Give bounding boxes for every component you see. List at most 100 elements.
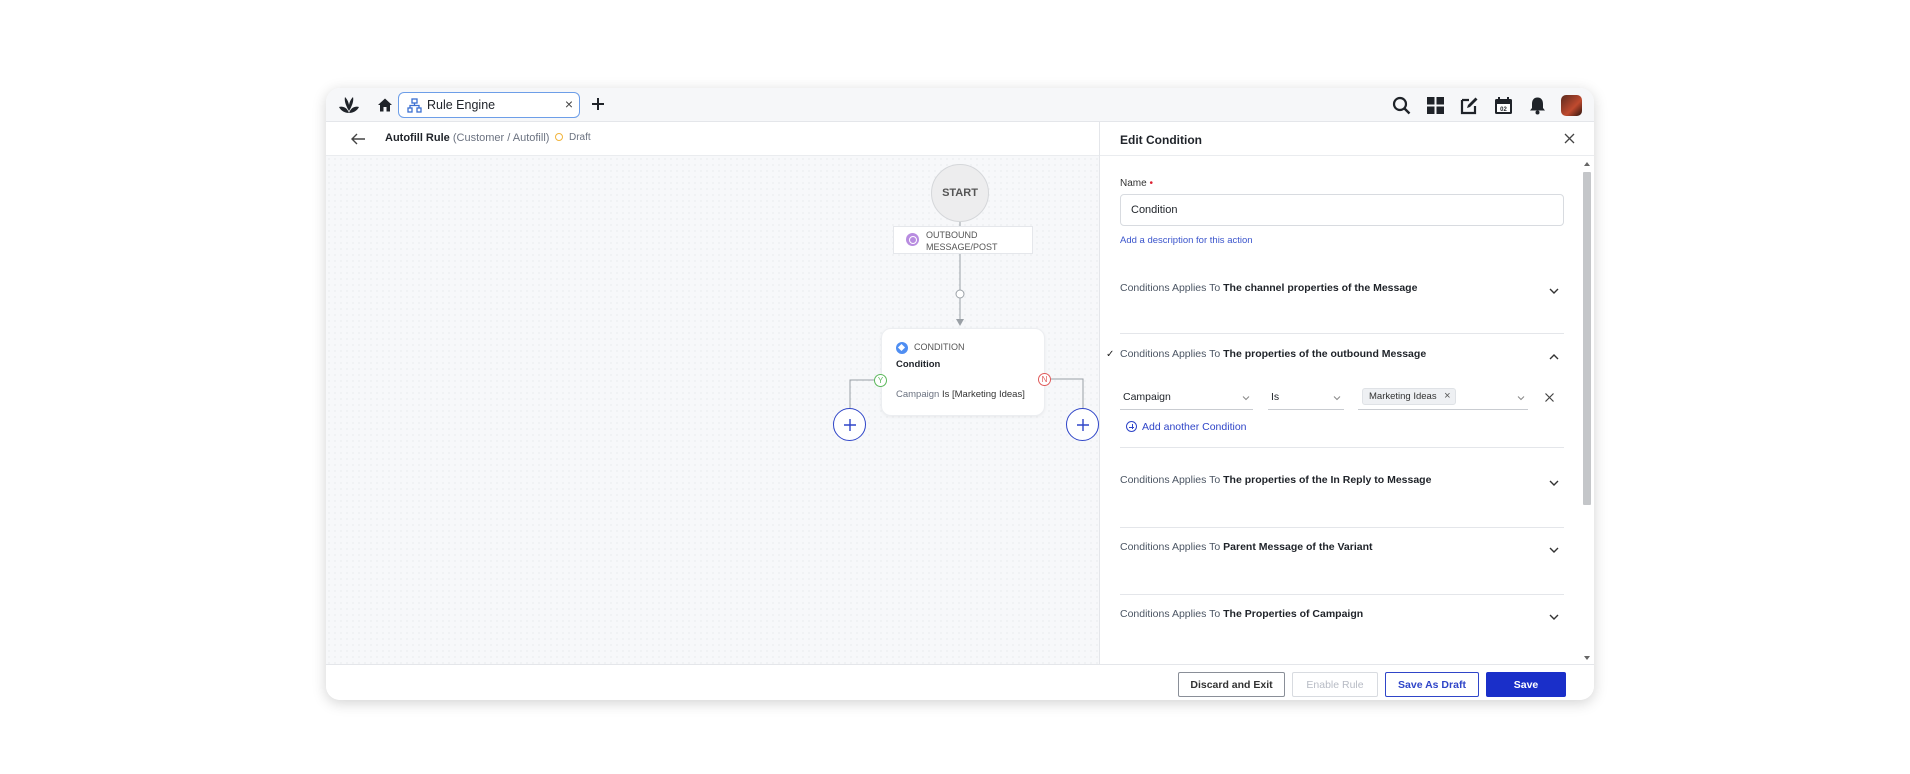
section-outbound-message: ✓ Conditions Applies To The properties o… [1106, 334, 1564, 448]
plus-icon [843, 418, 856, 431]
add-description-link[interactable]: Add a description for this action [1120, 235, 1253, 246]
apps-grid-icon[interactable] [1425, 95, 1446, 116]
save-as-draft-button[interactable]: Save As Draft [1385, 672, 1479, 697]
remove-condition-icon[interactable] [1544, 392, 1555, 403]
footer-bar: Discard and Exit Enable Rule Save As Dra… [326, 664, 1594, 700]
name-input[interactable] [1120, 194, 1564, 226]
value-select[interactable]: Marketing Ideas × [1358, 384, 1528, 410]
calendar-icon[interactable]: 02 [1493, 95, 1514, 116]
add-step-yes-button[interactable] [833, 408, 866, 441]
back-arrow-icon[interactable] [350, 132, 366, 146]
field-select[interactable]: Campaign [1120, 384, 1253, 410]
scroll-down-icon[interactable] [1584, 656, 1590, 660]
svg-text:02: 02 [1500, 107, 1507, 113]
rule-name: Autofill Rule [385, 132, 450, 144]
condition-type: CONDITION [914, 342, 965, 352]
required-mark: • [1149, 178, 1153, 189]
scroll-thumb[interactable] [1583, 172, 1591, 505]
condition-node[interactable]: CONDITION Condition Campaign Is [Marketi… [881, 328, 1045, 416]
section-header[interactable]: Conditions Applies To The channel proper… [1120, 282, 1564, 302]
add-tab-icon[interactable] [588, 94, 608, 114]
tab-label: Rule Engine [427, 98, 496, 112]
section-target: The properties of the In Reply to Messag… [1223, 474, 1432, 486]
app-window: Rule Engine × 02 Autofill Rule (Customer… [326, 88, 1594, 700]
check-icon: ✓ [1106, 349, 1115, 360]
start-node[interactable]: START [931, 164, 989, 222]
chevron-down-icon [1333, 396, 1341, 401]
condition-field: Campaign [896, 389, 940, 400]
name-label-text: Name [1120, 178, 1147, 189]
section-header[interactable]: ✓ Conditions Applies To The properties o… [1106, 348, 1564, 368]
operator-select-value: Is [1271, 391, 1280, 403]
add-another-condition-button[interactable]: Add another Condition [1126, 421, 1247, 433]
section-prefix: Conditions Applies To [1120, 348, 1221, 360]
chevron-down-icon [1549, 480, 1559, 486]
value-chip-label: Marketing Ideas [1369, 391, 1437, 402]
chevron-down-icon [1549, 614, 1559, 620]
status-label: Draft [569, 132, 591, 143]
field-select-value: Campaign [1123, 391, 1171, 403]
rule-title: Autofill Rule (Customer / Autofill) [385, 132, 549, 144]
section-prefix: Conditions Applies To [1120, 474, 1221, 486]
add-condition-label: Add another Condition [1142, 421, 1247, 433]
condition-summary: Campaign Is [Marketing Ideas] [896, 389, 1025, 400]
home-icon[interactable] [376, 96, 394, 114]
name-label: Name • [1120, 178, 1153, 189]
section-header[interactable]: Conditions Applies To The properties of … [1120, 474, 1564, 494]
yes-branch-badge: Y [874, 374, 887, 387]
brand-logo-icon[interactable] [338, 95, 360, 115]
section-in-reply-message: Conditions Applies To The properties of … [1120, 462, 1564, 528]
trigger-icon [906, 233, 919, 246]
compose-icon[interactable] [1459, 95, 1480, 116]
plus-icon [1076, 418, 1089, 431]
hierarchy-icon [407, 98, 422, 113]
section-target: The channel properties of the Message [1223, 282, 1418, 294]
close-icon[interactable] [1563, 132, 1576, 145]
tab-rule-engine[interactable]: Rule Engine × [398, 92, 580, 118]
enable-rule-button[interactable]: Enable Rule [1292, 672, 1378, 697]
value-chip: Marketing Ideas × [1362, 388, 1456, 405]
workflow-canvas[interactable]: START OUTBOUND MESSAGE/POST CONDITION Co… [326, 156, 1099, 664]
trigger-node[interactable]: OUTBOUND MESSAGE/POST [893, 226, 1033, 254]
section-prefix: Conditions Applies To [1120, 282, 1221, 294]
panel-scrollbar[interactable] [1582, 162, 1592, 662]
chevron-down-icon [1517, 396, 1525, 401]
remove-chip-icon[interactable]: × [1444, 389, 1450, 404]
edit-condition-panel: Edit Condition Name • Add a description … [1099, 122, 1594, 664]
panel-title: Edit Condition [1120, 133, 1202, 147]
operator-select[interactable]: Is [1268, 384, 1344, 410]
status-badge: Draft [555, 132, 591, 143]
condition-value: Is [Marketing Ideas] [941, 389, 1025, 400]
section-channel-properties: Conditions Applies To The channel proper… [1120, 268, 1564, 334]
section-prefix: Conditions Applies To [1120, 541, 1221, 553]
chevron-down-icon [1242, 396, 1250, 401]
section-header[interactable]: Conditions Applies To The Properties of … [1120, 608, 1564, 628]
section-campaign-properties: Conditions Applies To The Properties of … [1120, 596, 1564, 662]
section-target: The Properties of Campaign [1223, 608, 1364, 620]
search-icon[interactable] [1391, 95, 1412, 116]
notification-bell-icon[interactable] [1527, 95, 1548, 116]
chevron-down-icon [1549, 547, 1559, 553]
add-step-no-button[interactable] [1066, 408, 1099, 441]
scroll-up-icon[interactable] [1584, 162, 1590, 166]
section-target: Parent Message of the Variant [1223, 541, 1373, 553]
chevron-up-icon [1549, 354, 1559, 360]
top-bar: Rule Engine × 02 [326, 88, 1594, 122]
top-icons: 02 [1391, 94, 1582, 116]
user-avatar[interactable] [1561, 94, 1582, 116]
discard-and-exit-button[interactable]: Discard and Exit [1178, 672, 1285, 697]
draft-status-icon [555, 133, 563, 141]
save-button[interactable]: Save [1486, 672, 1566, 697]
tab-close-icon[interactable]: × [565, 96, 573, 112]
rule-header: Autofill Rule (Customer / Autofill) Draf… [326, 122, 1099, 156]
panel-header: Edit Condition [1100, 122, 1594, 156]
condition-name: Condition [896, 359, 941, 370]
no-branch-badge: N [1038, 373, 1051, 386]
condition-icon [896, 342, 908, 354]
trigger-label: OUTBOUND MESSAGE/POST [926, 230, 998, 252]
section-parent-message: Conditions Applies To Parent Message of … [1120, 529, 1564, 595]
section-header[interactable]: Conditions Applies To Parent Message of … [1120, 541, 1564, 561]
rule-path: (Customer / Autofill) [452, 132, 550, 144]
chevron-down-icon [1549, 288, 1559, 294]
section-target: The properties of the outbound Message [1223, 348, 1427, 360]
